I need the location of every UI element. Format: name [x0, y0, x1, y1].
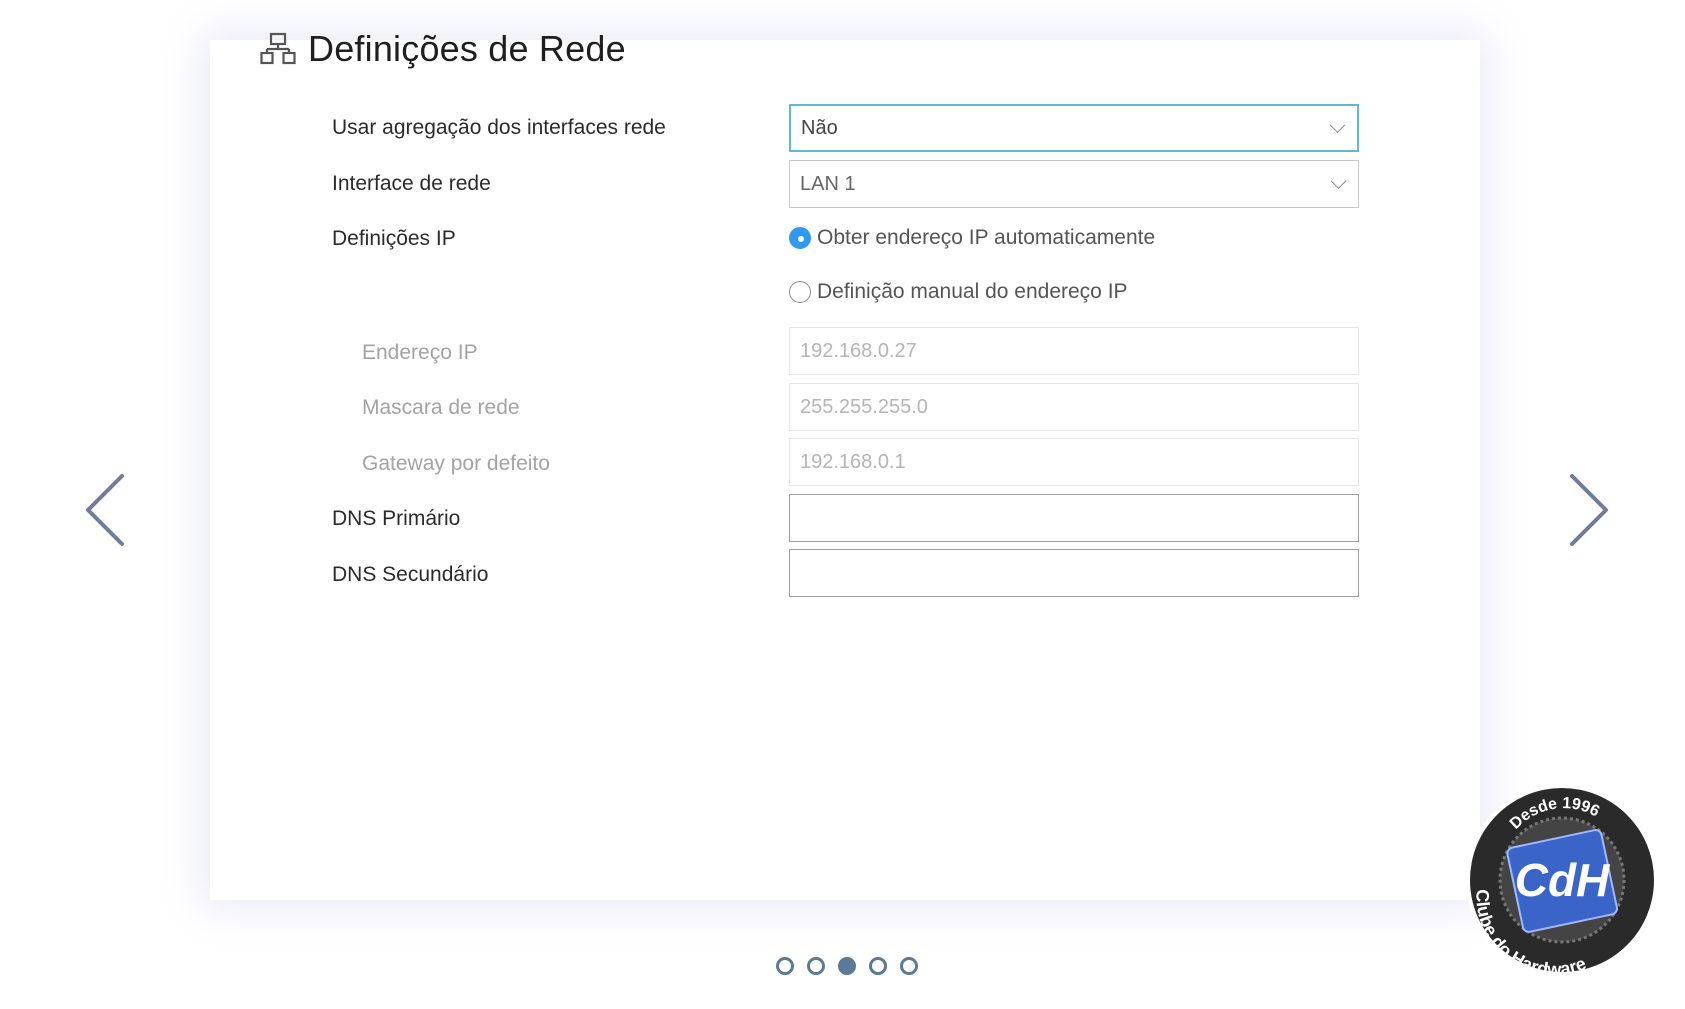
logo-letters: CdH	[1515, 854, 1610, 906]
page-dot-2[interactable]	[807, 957, 825, 975]
radio-button-checked[interactable]	[789, 227, 811, 249]
next-page-button[interactable]	[1560, 470, 1616, 550]
page-dot-5[interactable]	[900, 957, 918, 975]
dns-primary-label: DNS Primário	[332, 507, 461, 530]
chevron-down-icon	[1329, 117, 1346, 134]
prev-page-button[interactable]	[78, 470, 134, 550]
chevron-right-icon	[1570, 474, 1608, 546]
clube-do-hardware-logo: CdH Desde 1996 Clube do Hardware	[1466, 784, 1658, 979]
radio-option-manual-ip-label: Definição manual do endereço IP	[817, 280, 1128, 303]
interface-label: Interface de rede	[332, 172, 491, 195]
link-aggregation-value: Não	[801, 116, 838, 139]
netmask-value: 255.255.255.0	[800, 395, 928, 418]
link-aggregation-select[interactable]: Não	[789, 104, 1359, 152]
pagination-dots	[776, 957, 918, 975]
page-dot-3-active[interactable]	[838, 957, 856, 975]
page-dot-4[interactable]	[869, 957, 887, 975]
page-header: Definições de Rede	[260, 28, 626, 70]
interface-select[interactable]: LAN 1	[789, 160, 1359, 208]
radio-button-unchecked[interactable]	[789, 281, 811, 303]
netmask-label: Mascara de rede	[362, 396, 520, 419]
chevron-left-icon	[86, 474, 124, 546]
ip-settings-label: Definições IP	[332, 227, 456, 250]
page-title: Definições de Rede	[308, 28, 626, 69]
ip-address-field: 192.168.0.27	[789, 327, 1359, 375]
chevron-down-icon	[1330, 173, 1347, 190]
network-icon	[260, 32, 296, 65]
ip-address-label: Endereço IP	[362, 341, 478, 364]
dns-secondary-label: DNS Secundário	[332, 563, 489, 586]
radio-option-auto-ip-label: Obter endereço IP automaticamente	[817, 226, 1156, 249]
dns-secondary-input[interactable]	[789, 549, 1359, 597]
gateway-field: 192.168.0.1	[789, 438, 1359, 486]
radio-option-manual-ip[interactable]: Definição manual do endereço IP	[789, 280, 1128, 304]
netmask-field: 255.255.255.0	[789, 383, 1359, 431]
link-aggregation-label: Usar agregação dos interfaces rede	[332, 116, 666, 139]
gateway-value: 192.168.0.1	[800, 450, 906, 473]
ip-address-value: 192.168.0.27	[800, 339, 917, 362]
interface-value: LAN 1	[800, 172, 856, 195]
dns-primary-input[interactable]	[789, 494, 1359, 542]
page-dot-1[interactable]	[776, 957, 794, 975]
gateway-label: Gateway por defeito	[362, 452, 550, 475]
radio-option-auto-ip[interactable]: Obter endereço IP automaticamente	[789, 226, 1155, 250]
